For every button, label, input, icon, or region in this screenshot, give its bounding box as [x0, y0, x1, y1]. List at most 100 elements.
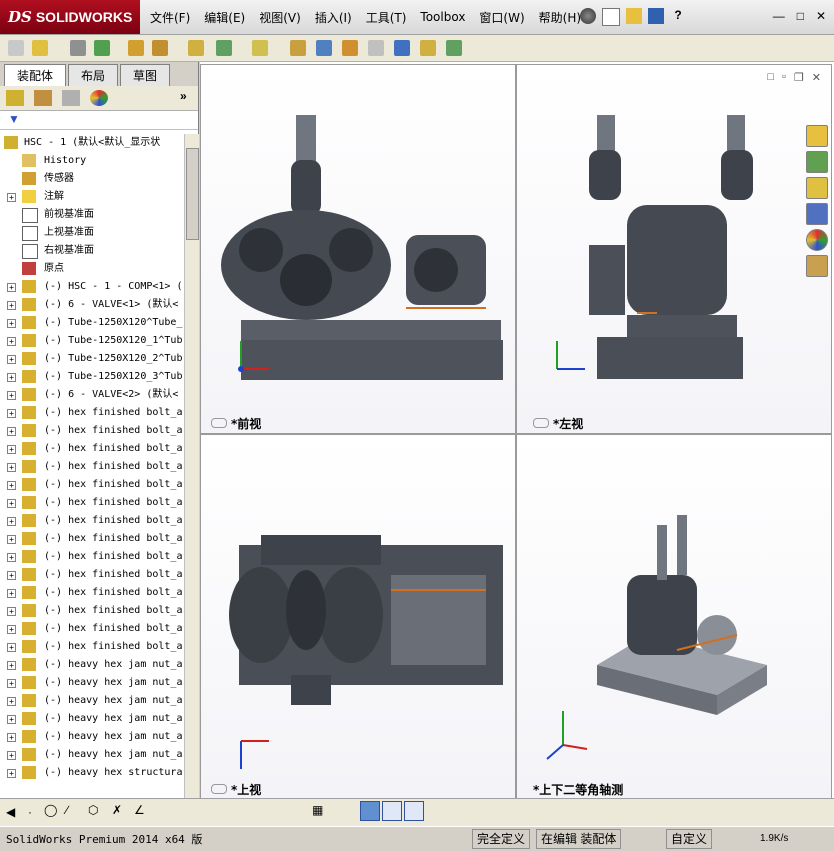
app-logo[interactable]: DS SOLIDWORKS — [0, 0, 140, 34]
tree-item[interactable]: + (-) hex finished bolt_a — [0, 458, 184, 476]
tree-item[interactable]: + (-) hex finished bolt_a — [0, 584, 184, 602]
tree-item[interactable]: + (-) hex finished bolt_a — [0, 422, 184, 440]
tree-item[interactable]: 前视基准面 — [0, 206, 184, 224]
expand-toggle-icon[interactable]: + — [7, 607, 16, 616]
file-explorer-icon[interactable] — [806, 177, 828, 199]
expand-toggle-icon[interactable]: + — [7, 535, 16, 544]
expand-toggle-icon[interactable]: + — [7, 661, 16, 670]
tree-item[interactable]: + (-) heavy hex jam nut_a — [0, 746, 184, 764]
view-link-icon[interactable] — [211, 784, 227, 794]
status-custom[interactable]: 自定义 — [666, 829, 713, 849]
expand-toggle-icon[interactable]: + — [7, 355, 16, 364]
expand-toggle-icon[interactable]: + — [7, 571, 16, 580]
display-manager-icon[interactable] — [90, 90, 108, 106]
single-view-icon[interactable] — [404, 801, 424, 821]
insert-component-icon[interactable] — [32, 40, 48, 56]
scroll-left-icon[interactable]: ◀ — [6, 805, 15, 819]
tree-item[interactable]: + 注解 — [0, 188, 184, 206]
close-icon[interactable]: ✕ — [816, 9, 826, 23]
tree-item[interactable]: + (-) heavy hex structura — [0, 764, 184, 782]
tree-filter[interactable]: ▼ — [0, 111, 198, 130]
expand-toggle-icon[interactable]: + — [7, 769, 16, 778]
four-view-icon[interactable] — [360, 801, 380, 821]
tree-item[interactable]: + (-) Tube-1250X120^Tube_ — [0, 314, 184, 332]
bill-of-materials-icon[interactable] — [290, 40, 306, 56]
expand-toggle-icon[interactable]: + — [7, 733, 16, 742]
expand-toggle-icon[interactable]: + — [7, 193, 16, 202]
home-icon[interactable] — [806, 125, 828, 147]
interference-icon[interactable] — [342, 40, 358, 56]
minimize-icon[interactable]: — — [773, 9, 785, 23]
custom-properties-icon[interactable] — [806, 255, 828, 277]
filter-icon[interactable]: ▼ — [8, 112, 20, 126]
viewport-isometric[interactable]: *上下二等角轴测 — [516, 434, 832, 800]
two-view-icon[interactable] — [382, 801, 402, 821]
tree-item[interactable]: + (-) heavy hex jam nut_a — [0, 656, 184, 674]
reference-geometry-icon[interactable] — [216, 40, 232, 56]
sketch-icon[interactable]: ∠ — [134, 803, 145, 817]
tree-item[interactable]: + (-) heavy hex jam nut_a — [0, 728, 184, 746]
tree-item[interactable]: + (-) hex finished bolt_a — [0, 602, 184, 620]
minimize-view-icon[interactable]: ▫ — [782, 71, 786, 84]
tree-item[interactable]: + (-) heavy hex jam nut_a — [0, 710, 184, 728]
view-palette-icon[interactable] — [806, 203, 828, 225]
open-folder-icon[interactable] — [626, 8, 642, 24]
menu-tools[interactable]: 工具(T) — [366, 9, 407, 26]
menu-help[interactable]: 帮助(H) — [539, 9, 581, 26]
pin-icon[interactable] — [580, 8, 596, 24]
tab-sketch[interactable]: 草图 — [120, 64, 171, 86]
feature-manager-icon[interactable] — [6, 90, 24, 106]
speedpak-icon[interactable] — [420, 40, 436, 56]
expand-toggle-icon[interactable]: + — [7, 499, 16, 508]
design-library-icon[interactable] — [806, 151, 828, 173]
configuration-manager-icon[interactable] — [62, 90, 80, 106]
tree-item[interactable]: + (-) hex finished bolt_a — [0, 476, 184, 494]
explode-icon[interactable] — [188, 40, 204, 56]
tree-item[interactable]: 上视基准面 — [0, 224, 184, 242]
tree-item[interactable]: + (-) 6 - VALVE<2> (默认< — [0, 386, 184, 404]
expand-toggle-icon[interactable]: + — [7, 373, 16, 382]
expand-toggle-icon[interactable]: + — [7, 589, 16, 598]
trim-icon[interactable]: ✗ — [112, 803, 122, 817]
line-icon[interactable]: ∕ — [66, 803, 68, 817]
tree-item[interactable]: + (-) hex finished bolt_a — [0, 404, 184, 422]
expand-toggle-icon[interactable]: + — [7, 625, 16, 634]
tree-item[interactable]: + (-) heavy hex jam nut_a — [0, 674, 184, 692]
tree-item[interactable]: + (-) hex finished bolt_a — [0, 638, 184, 656]
pattern-icon[interactable] — [94, 40, 110, 56]
tree-item[interactable]: + (-) hex finished bolt_a — [0, 440, 184, 458]
expand-toggle-icon[interactable]: + — [7, 283, 16, 292]
tree-item[interactable]: + (-) Tube-1250X120_2^Tub — [0, 350, 184, 368]
tree-item[interactable]: 传感器 — [0, 170, 184, 188]
close-view-icon[interactable]: ✕ — [812, 71, 821, 84]
tree-item[interactable]: + (-) hex finished bolt_a — [0, 512, 184, 530]
tree-item[interactable]: + (-) hex finished bolt_a — [0, 566, 184, 584]
property-manager-icon[interactable] — [34, 90, 52, 106]
expand-toggle-icon[interactable]: + — [7, 427, 16, 436]
tree-item[interactable]: + (-) hex finished bolt_a — [0, 530, 184, 548]
hide-show-icon[interactable] — [368, 40, 384, 56]
view-link-icon[interactable] — [211, 418, 227, 428]
snapshot-icon[interactable] — [446, 40, 462, 56]
move-component-icon[interactable] — [128, 40, 144, 56]
expand-panel-icon[interactable]: » — [180, 89, 187, 103]
tree-scrollbar[interactable] — [184, 134, 199, 848]
tree-item[interactable]: HSC - 1 (默认<默认_显示状 — [0, 134, 184, 152]
viewport-left[interactable]: *左视 □ ▫ ❐ ✕ — [516, 64, 832, 434]
expand-toggle-icon[interactable]: + — [7, 697, 16, 706]
expand-toggle-icon[interactable]: + — [7, 643, 16, 652]
link-views-icon[interactable]: □ — [767, 71, 774, 84]
new-motion-study-icon[interactable] — [252, 40, 268, 56]
tree-item[interactable]: + (-) Tube-1250X120_1^Tub — [0, 332, 184, 350]
viewport-top[interactable]: *上视 — [200, 434, 516, 800]
tree-item[interactable]: + (-) HSC - 1 - COMP<1> ( — [0, 278, 184, 296]
circle-icon[interactable]: ◯ — [44, 803, 57, 817]
new-document-icon[interactable] — [602, 8, 620, 26]
restore-view-icon[interactable]: ❐ — [794, 71, 804, 84]
expand-toggle-icon[interactable]: + — [7, 319, 16, 328]
help-icon[interactable]: ? — [670, 8, 686, 24]
tree-item[interactable]: History — [0, 152, 184, 170]
polygon-icon[interactable]: ⬡ — [88, 803, 98, 817]
tree-item[interactable]: + (-) Tube-1250X120_3^Tub — [0, 368, 184, 386]
smart-fastener-icon[interactable] — [152, 40, 168, 56]
